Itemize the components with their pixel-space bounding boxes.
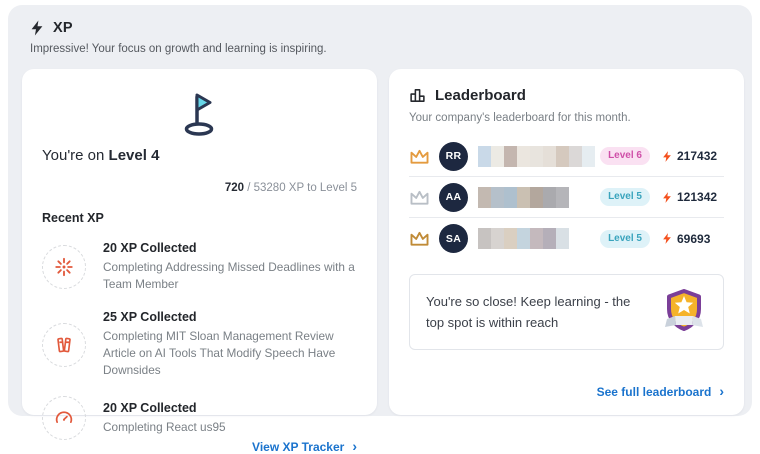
widget-header: XP (22, 20, 744, 36)
xp-item-description: Completing React us95 (103, 419, 226, 436)
level-badge: Level 5 (600, 230, 650, 248)
xp-progress-text: 720 / 53280 XP to Level 5 (42, 182, 357, 194)
spark-icon (42, 245, 86, 289)
xp-card: You're on Level 4 720 / 53280 XP to Leve… (22, 69, 377, 415)
avatar: RR (439, 142, 468, 171)
leaderboard-title: Leaderboard (435, 87, 526, 104)
xp-item-title: 20 XP Collected (103, 401, 226, 415)
recent-xp-title: Recent XP (42, 211, 357, 225)
blurred-name (478, 228, 569, 249)
xp-value: 121342 (662, 190, 724, 204)
widget-subtitle: Impressive! Your focus on growth and lea… (30, 43, 744, 55)
crown-icon (409, 189, 430, 206)
level-flag-icon (174, 89, 226, 137)
widget-title: XP (53, 20, 73, 36)
bar-chart-icon (409, 87, 426, 104)
xp-value: 69693 (662, 232, 724, 246)
xp-item-title: 25 XP Collected (103, 310, 357, 324)
recent-xp-item: 20 XP Collected Completing React us95 (42, 396, 357, 440)
encouragement-banner: You're so close! Keep learning - the top… (409, 274, 724, 350)
xp-item-description: Completing Addressing Missed Deadlines w… (103, 259, 357, 293)
xp-item-description: Completing MIT Sloan Management Review A… (103, 328, 357, 379)
chevron-right-icon: › (719, 384, 724, 398)
level-badge: Level 6 (600, 147, 650, 165)
badge-shield-icon (661, 287, 707, 337)
gauge-icon (42, 396, 86, 440)
xp-value: 217432 (662, 149, 724, 163)
books-icon (42, 323, 86, 367)
xp-item-title: 20 XP Collected (103, 241, 357, 255)
recent-xp-item: 20 XP Collected Completing Addressing Mi… (42, 241, 357, 293)
view-xp-tracker-link[interactable]: View XP Tracker› (252, 440, 357, 454)
xp-current: 720 (225, 182, 244, 194)
crown-icon (409, 230, 430, 247)
level-badge: Level 5 (600, 188, 650, 206)
blurred-name (478, 146, 595, 167)
banner-text: You're so close! Keep learning - the top… (426, 291, 651, 334)
level-value: Level 4 (109, 147, 160, 164)
xp-widget-panel: XP Impressive! Your focus on growth and … (8, 5, 752, 416)
leaderboard-row: SA Level 5 69693 (409, 218, 724, 259)
recent-xp-list: 20 XP Collected Completing Addressing Mi… (42, 241, 357, 440)
leaderboard-card: Leaderboard Your company's leaderboard f… (389, 69, 744, 415)
bolt-icon (662, 191, 672, 204)
leaderboard-row: AA Level 5 121342 (409, 177, 724, 218)
leaderboard-row: RR Level 6 217432 (409, 136, 724, 177)
avatar: AA (439, 183, 468, 212)
crown-icon (409, 148, 430, 165)
leaderboard-rows: RR Level 6 217432 AA Leve (409, 136, 724, 259)
blurred-name (478, 187, 569, 208)
recent-xp-item: 25 XP Collected Completing MIT Sloan Man… (42, 310, 357, 379)
chevron-right-icon: › (352, 439, 357, 453)
avatar: SA (439, 224, 468, 253)
leaderboard-subtitle: Your company's leaderboard for this mont… (409, 112, 724, 124)
see-full-leaderboard-link[interactable]: See full leaderboard› (597, 385, 724, 399)
leaderboard-header: Leaderboard (409, 87, 724, 104)
xp-goal: 53280 XP to Level 5 (254, 182, 357, 194)
bolt-icon (662, 150, 672, 163)
level-status: You're on Level 4 (42, 147, 357, 164)
lightning-icon (30, 20, 44, 36)
bolt-icon (662, 232, 672, 245)
